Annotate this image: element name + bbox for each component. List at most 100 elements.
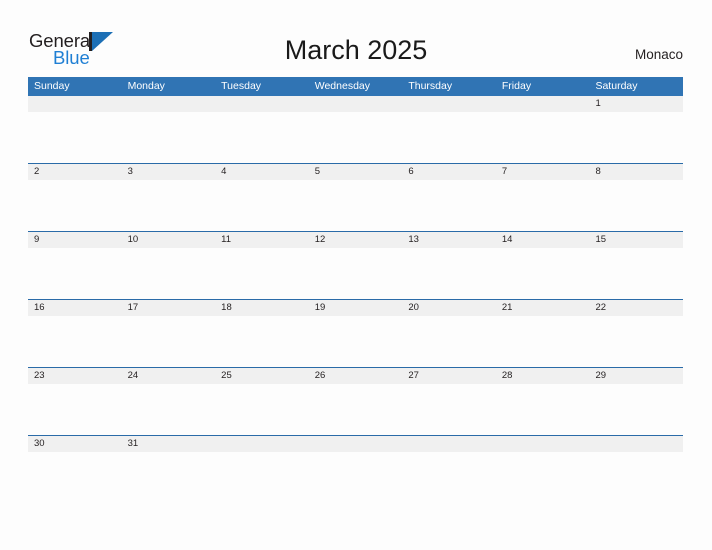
- day-cell[interactable]: 4: [215, 164, 309, 231]
- day-number: 24: [127, 370, 139, 381]
- day-cell[interactable]: 7: [495, 164, 590, 231]
- day-cell[interactable]: 13: [402, 232, 496, 299]
- day-cell[interactable]: 21: [495, 300, 590, 367]
- day-number-band: [121, 96, 216, 112]
- weekday-header-row: Sunday Monday Tuesday Wednesday Thursday…: [28, 77, 683, 96]
- day-cell[interactable]: 14: [495, 232, 590, 299]
- day-cell[interactable]: 15: [589, 232, 684, 299]
- week-row: 9 10 11 12 13 14 15: [28, 231, 684, 299]
- day-number-band: [589, 164, 684, 180]
- day-cell[interactable]: 30: [28, 436, 122, 503]
- day-number: 28: [501, 370, 513, 381]
- day-number-band: [308, 164, 403, 180]
- calendar-table: Sunday Monday Tuesday Wednesday Thursday…: [28, 77, 684, 503]
- day-cell[interactable]: 28: [495, 368, 590, 435]
- day-cell[interactable]: 17: [121, 300, 216, 367]
- day-cell[interactable]: 24: [121, 368, 216, 435]
- day-number-band: [28, 232, 122, 248]
- day-cell[interactable]: 25: [215, 368, 309, 435]
- day-cell[interactable]: 5: [308, 164, 403, 231]
- day-cell[interactable]: [495, 96, 590, 163]
- day-cell[interactable]: [28, 96, 122, 163]
- week-row: 1: [28, 96, 684, 163]
- day-number: 31: [127, 438, 139, 449]
- day-number-band: [308, 96, 403, 112]
- week-row: 30 31: [28, 435, 684, 503]
- day-number-band: [495, 96, 590, 112]
- day-number-band: [589, 96, 684, 112]
- weekday-header-thursday: Thursday: [408, 80, 453, 92]
- day-cell[interactable]: 19: [308, 300, 403, 367]
- day-cell[interactable]: 18: [215, 300, 309, 367]
- day-cell[interactable]: 10: [121, 232, 216, 299]
- day-cell[interactable]: 29: [589, 368, 684, 435]
- day-cell[interactable]: [402, 96, 496, 163]
- day-cell[interactable]: 1: [589, 96, 684, 163]
- day-number: 5: [314, 166, 321, 177]
- weekday-header-monday: Monday: [127, 80, 165, 92]
- day-number-band: [121, 164, 216, 180]
- day-cell[interactable]: 20: [402, 300, 496, 367]
- day-cell[interactable]: 12: [308, 232, 403, 299]
- day-cell[interactable]: [589, 436, 684, 503]
- day-number-band: [215, 164, 309, 180]
- day-cell[interactable]: 11: [215, 232, 309, 299]
- day-number-band: [495, 436, 590, 452]
- weekday-header-friday: Friday: [501, 80, 532, 92]
- day-number-band: [402, 164, 496, 180]
- day-cell[interactable]: 6: [402, 164, 496, 231]
- day-cell[interactable]: [215, 96, 309, 163]
- weekday-header-wednesday: Wednesday: [314, 80, 370, 92]
- weekday-header-sunday: Sunday: [34, 80, 70, 92]
- weekday-header-tuesday: Tuesday: [221, 80, 262, 92]
- day-number: 16: [34, 302, 45, 313]
- day-number: 20: [408, 302, 419, 313]
- day-number: 12: [314, 234, 326, 245]
- day-cell[interactable]: [308, 96, 403, 163]
- day-cell[interactable]: [308, 436, 403, 503]
- day-cell[interactable]: [121, 96, 216, 163]
- day-cell[interactable]: 2: [28, 164, 122, 231]
- page-header: General Blue March 2025 Monaco: [0, 0, 712, 76]
- calendar-page: General Blue March 2025 Monaco Sunday Mo…: [0, 0, 712, 550]
- day-number: 4: [221, 166, 227, 177]
- day-number-band: [28, 96, 122, 112]
- day-number: 19: [314, 302, 326, 313]
- day-number: 29: [595, 370, 607, 381]
- day-number: 14: [501, 234, 513, 245]
- day-cell[interactable]: 23: [28, 368, 122, 435]
- day-cell[interactable]: [402, 436, 496, 503]
- day-number-band: [589, 436, 684, 452]
- week-row: 2 3 4 5 6 7 8: [28, 163, 684, 231]
- day-number: 1: [595, 98, 601, 109]
- day-number: 18: [221, 302, 232, 313]
- day-cell[interactable]: 16: [28, 300, 122, 367]
- day-cell[interactable]: 22: [589, 300, 684, 367]
- day-cell[interactable]: 26: [308, 368, 403, 435]
- day-cell[interactable]: 31: [121, 436, 216, 503]
- day-number: 27: [408, 370, 419, 381]
- day-cell[interactable]: [215, 436, 309, 503]
- day-number: 9: [34, 234, 40, 245]
- day-number-band: [402, 96, 496, 112]
- day-number-band: [495, 164, 590, 180]
- day-number-band: [215, 436, 309, 452]
- week-row: 16 17 18 19 20 21 22: [28, 299, 684, 367]
- day-cell[interactable]: 3: [121, 164, 216, 231]
- week-row: 23 24 25 26 27 28 29: [28, 367, 684, 435]
- day-cell[interactable]: 27: [402, 368, 496, 435]
- day-cell[interactable]: 9: [28, 232, 122, 299]
- day-cell[interactable]: 8: [589, 164, 684, 231]
- day-number: 15: [595, 234, 607, 245]
- page-title: March 2025: [284, 35, 428, 65]
- day-number: 25: [221, 370, 232, 381]
- day-number-band: [215, 96, 309, 112]
- weekday-header-saturday: Saturday: [595, 80, 638, 92]
- day-number: 13: [408, 234, 419, 245]
- day-number: 26: [314, 370, 326, 381]
- day-number: 30: [34, 438, 45, 449]
- day-cell[interactable]: [495, 436, 590, 503]
- day-number: 6: [408, 166, 414, 177]
- country-label: Monaco: [634, 47, 683, 62]
- day-number: 21: [501, 302, 513, 313]
